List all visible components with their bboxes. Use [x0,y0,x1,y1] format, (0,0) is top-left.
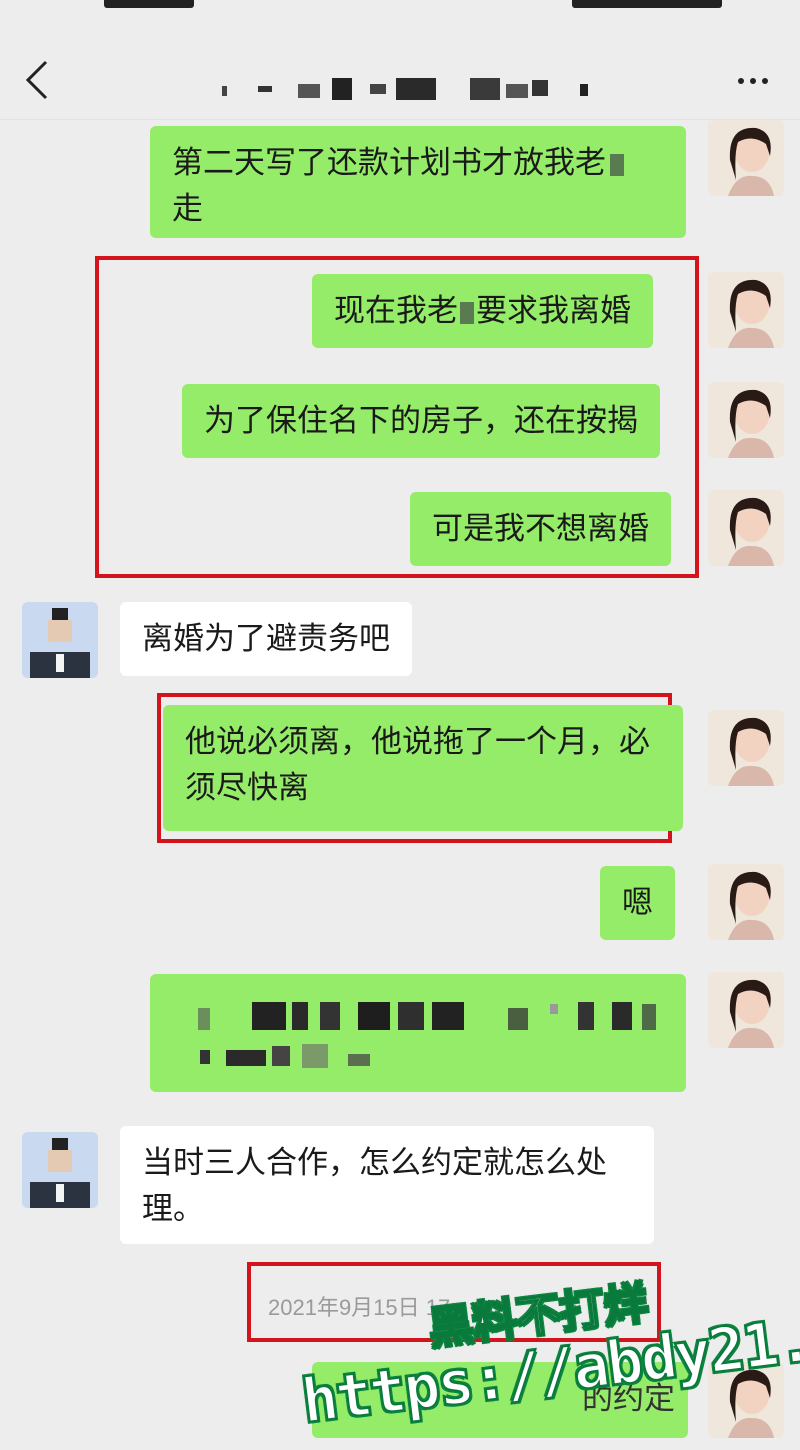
message-text: 嗯 [622,885,653,921]
avatar[interactable] [708,382,784,458]
message-text: 离婚为了避责务吧 [142,621,390,657]
message-text: 当时三人合作，怎么约定就怎么处 [142,1145,607,1181]
avatar[interactable] [708,120,784,196]
message-bubble-outgoing[interactable]: 第二天写了还款计划书才放我老 走 [150,126,686,238]
message-bubble-outgoing[interactable]: 他说必须离，他说拖了一个月，必 须尽快离 [163,705,683,831]
message-text: 走 [172,191,203,227]
avatar[interactable] [708,864,784,940]
message-bubble-incoming[interactable]: 离婚为了避责务吧 [120,602,412,676]
obscured-char [460,301,474,324]
message-bubble-outgoing-obscured[interactable] [150,974,686,1092]
chat-title-obscured [222,78,588,100]
avatar[interactable] [22,1132,98,1208]
message-bubble-outgoing[interactable]: 为了保住名下的房子，还在按揭 [182,384,660,458]
avatar[interactable] [708,490,784,566]
avatar[interactable] [22,602,98,678]
message-text: 第二天写了还款计划书才放我老 [172,145,606,181]
avatar[interactable] [708,972,784,1048]
more-dots-icon[interactable] [736,75,770,87]
message-text: 现在我老 [334,293,458,329]
chat-header [0,20,800,120]
obscured-char [610,153,624,176]
obscured-text-mosaic [198,1002,656,1068]
message-text: 为了保住名下的房子，还在按揭 [204,403,638,439]
status-bar [0,0,800,20]
message-text: 要求我离婚 [476,293,631,329]
avatar[interactable] [708,272,784,348]
chevron-left-icon[interactable] [22,58,52,102]
avatar[interactable] [708,710,784,786]
status-time-fragment [104,0,194,8]
message-text: 他说必须离，他说拖了一个月，必 [185,724,650,760]
message-bubble-outgoing[interactable]: 现在我老 要求我离婚 [312,274,653,348]
message-bubble-outgoing[interactable]: 可是我不想离婚 [410,492,671,566]
message-text: 须尽快离 [185,770,309,806]
status-icons-fragment [572,0,722,8]
message-bubble-outgoing[interactable]: 嗯 [600,866,675,940]
message-text: 理。 [142,1191,204,1227]
message-text: 可是我不想离婚 [432,511,649,547]
message-bubble-incoming[interactable]: 当时三人合作，怎么约定就怎么处 理。 [120,1126,654,1244]
